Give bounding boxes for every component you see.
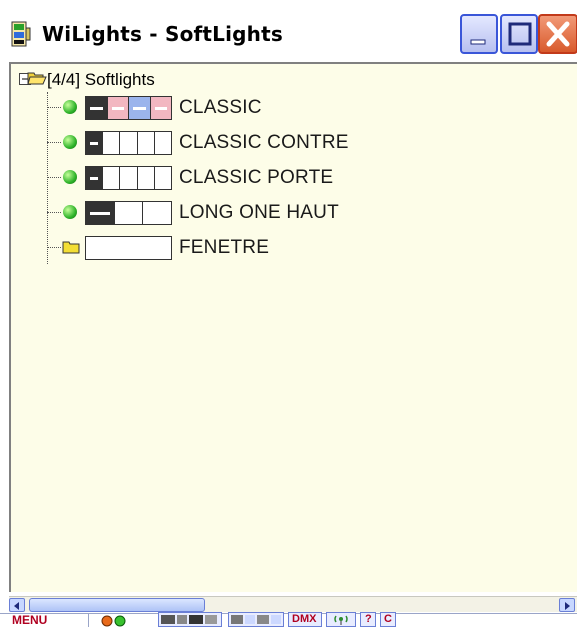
tree-item[interactable]: FENETRE [11,233,577,263]
maximize-icon [508,22,532,46]
arrow-left-icon [14,602,19,610]
tree-item[interactable]: CLASSIC CONTRE [11,128,577,158]
scene-view-button[interactable] [158,612,222,627]
pattern-segment [129,97,151,119]
pattern-segment [120,132,138,154]
maximize-button[interactable] [500,14,538,54]
scroll-thumb[interactable] [29,598,205,612]
tree-item-label: CLASSIC [179,97,262,118]
pattern-segment [150,97,171,119]
tree-panel: [4/4] Softlights CLASSIC CLASSIC CONTRE CL… [9,62,577,592]
dmx-button[interactable]: DMX [288,612,322,627]
minimize-button[interactable] [460,14,498,54]
pattern-segment [114,202,144,224]
tree-connector [47,212,61,213]
status-led-icon [63,205,77,219]
pattern-segment [103,132,121,154]
pattern-segment [154,167,171,189]
softlights-tree: [4/4] Softlights CLASSIC CLASSIC CONTRE CL… [11,64,577,592]
scene-grid-icon [161,615,217,624]
pattern-segment [86,167,104,189]
pattern-segment [137,132,155,154]
help-label: ? [365,613,372,625]
pattern-segment [137,167,155,189]
status-led-icon [63,100,77,114]
status-led-icon [63,170,77,184]
tree-connector [47,177,61,178]
pattern-segment [86,97,108,119]
pattern-segment [154,132,171,154]
c-label: C [384,613,392,625]
title-bar: WiLights - SoftLights [0,0,577,64]
c-button[interactable]: C [380,612,396,627]
tree-connector [47,247,61,248]
light-pattern-strip [85,131,172,155]
minimize-icon [470,39,486,45]
tree-item[interactable]: LONG ONE HAUT [11,198,577,228]
close-button[interactable] [538,14,577,54]
pattern-segment [86,202,115,224]
horizontal-scrollbar[interactable] [9,596,577,612]
close-icon [546,21,570,47]
softlight-strip-icon [231,615,281,624]
toolbar-divider [88,613,89,627]
window-title: WiLights - SoftLights [42,22,283,46]
light-pattern-strip [85,201,172,225]
pattern-segment [86,237,171,259]
scroll-right-button[interactable] [559,598,575,612]
pattern-segment [143,202,171,224]
folder-icon [62,241,80,254]
tree-item[interactable]: CLASSIC PORTE [11,163,577,193]
pattern-segment [86,132,104,154]
pattern-segment [107,97,129,119]
open-folder-icon [27,72,47,85]
tree-item-label: CLASSIC PORTE [179,167,334,188]
light-pattern-strip [85,96,172,120]
tree-item-label: CLASSIC CONTRE [179,132,349,153]
app-icon [11,21,31,47]
tree-connector [47,107,61,108]
wireless-button[interactable] [326,612,356,627]
help-button[interactable]: ? [360,612,376,627]
dmx-label: DMX [292,613,317,625]
softlight-view-button[interactable] [228,612,284,627]
tree-item-label: LONG ONE HAUT [179,202,339,223]
tree-connector [47,142,61,143]
tree-item[interactable]: CLASSIC [11,93,577,123]
menu-button[interactable]: MENU [12,613,47,627]
light-pattern-strip [85,166,172,190]
status-led-icon [63,135,77,149]
tree-root-label[interactable]: [4/4] Softlights [47,70,155,90]
status-leds-icon[interactable] [100,614,130,627]
pattern-segment [120,167,138,189]
pattern-segment [103,167,121,189]
tree-item-label: FENETRE [179,237,270,258]
arrow-right-icon [565,602,570,610]
antenna-icon [334,615,348,625]
light-pattern-strip [85,236,172,260]
scroll-left-button[interactable] [9,598,25,612]
